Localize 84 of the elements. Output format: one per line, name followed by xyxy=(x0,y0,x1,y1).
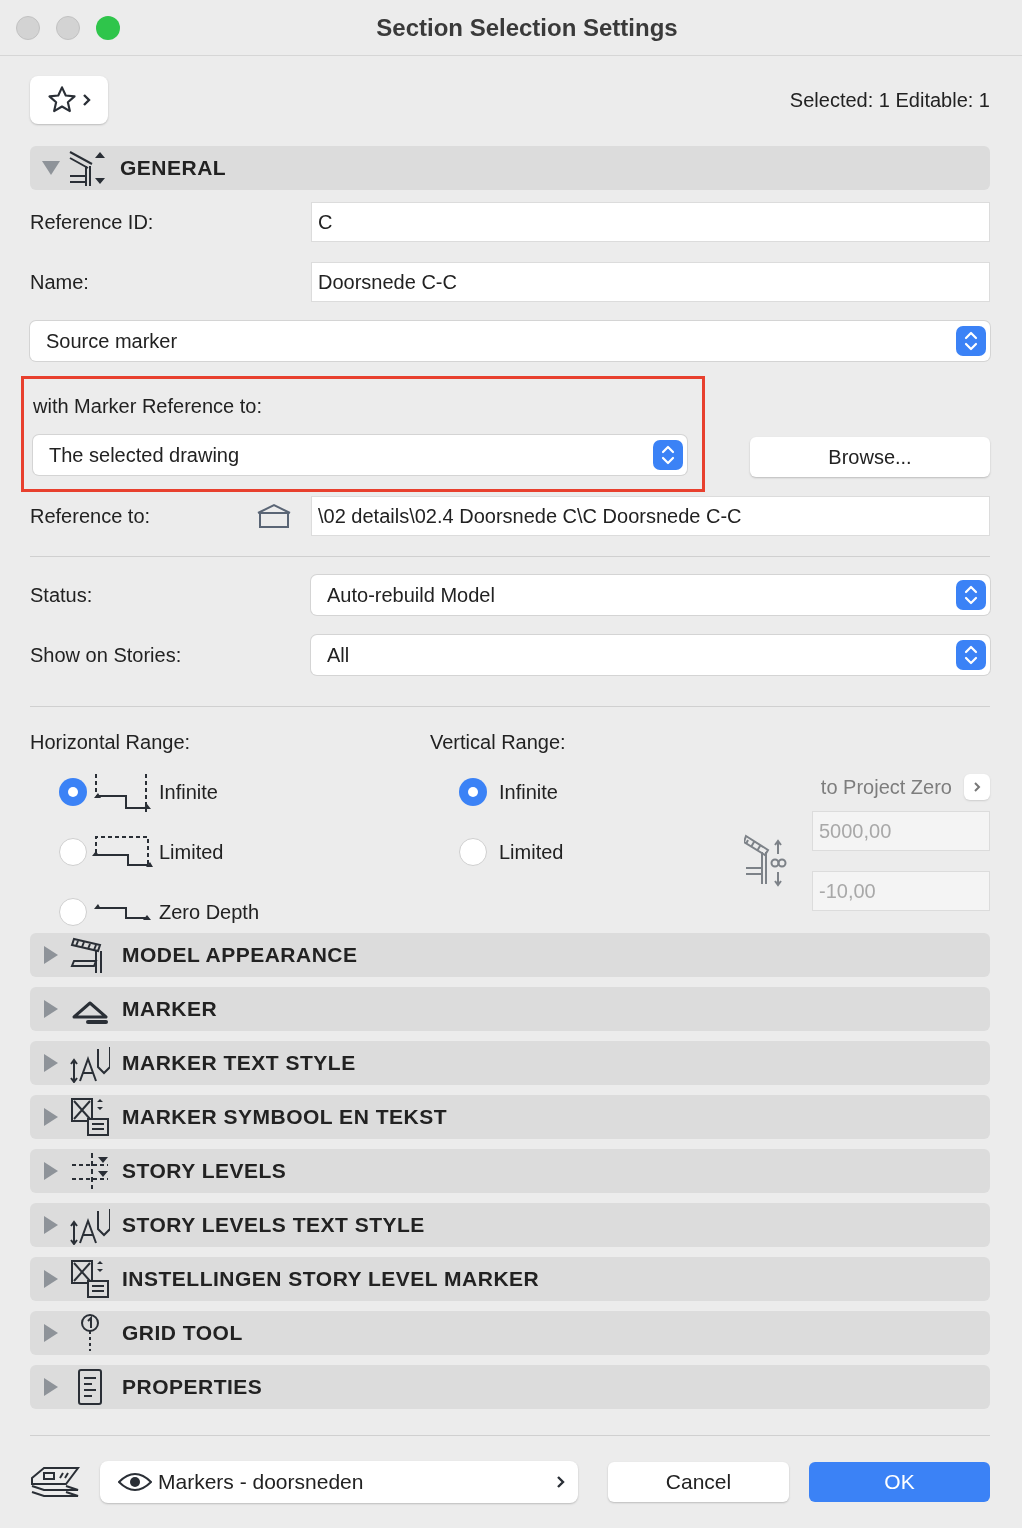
section-title: STORY LEVELS xyxy=(122,1158,287,1185)
expand-triangle-icon xyxy=(44,1270,58,1288)
expand-triangle-icon xyxy=(44,946,58,964)
limited-range-icon xyxy=(92,835,154,869)
radio-button[interactable] xyxy=(459,778,487,806)
field-label: Horizontal Range: xyxy=(30,730,192,755)
radio-button[interactable] xyxy=(59,898,87,926)
cancel-button[interactable]: Cancel xyxy=(608,1462,789,1502)
story-levels-icon xyxy=(70,1151,110,1191)
section-header[interactable]: MARKER TEXT STYLE xyxy=(30,1041,990,1085)
section-header[interactable]: GRID TOOL xyxy=(30,1311,990,1355)
section-title: MARKER xyxy=(122,996,218,1023)
expand-triangle-icon xyxy=(44,1378,58,1396)
field-label: Name: xyxy=(30,270,90,295)
minimize-button[interactable] xyxy=(56,15,80,40)
section-title: MARKER SYMBOOL EN TEKST xyxy=(122,1104,447,1131)
stepper-icon xyxy=(653,440,683,470)
radio-label[interactable]: Infinite xyxy=(499,777,558,807)
dropdown[interactable]: The selected drawing xyxy=(33,435,687,475)
radio-label[interactable]: Limited xyxy=(159,837,224,867)
favorites-button[interactable] xyxy=(30,76,108,124)
chevron-button[interactable] xyxy=(964,774,990,800)
field-label: Reference to: xyxy=(30,504,152,529)
expand-triangle-icon xyxy=(44,1054,58,1072)
zoom-button[interactable] xyxy=(96,15,120,40)
section-tools-icon xyxy=(68,148,108,188)
field-label: Vertical Range: xyxy=(430,730,567,755)
section-title: GENERAL xyxy=(120,155,227,182)
field-label: with Marker Reference to: xyxy=(33,394,263,419)
infinite-range-icon xyxy=(94,772,152,812)
expand-triangle-icon xyxy=(44,1216,58,1234)
section-header[interactable]: PROPERTIES xyxy=(30,1365,990,1409)
project-zero-label: to Project Zero xyxy=(820,775,952,800)
dropdown[interactable]: All xyxy=(311,635,990,675)
section-title: MODEL APPEARANCE xyxy=(122,942,358,969)
section-title: INSTELLINGEN STORY LEVEL MARKER xyxy=(122,1266,540,1293)
section-title: PROPERTIES xyxy=(122,1374,263,1401)
dropdown[interactable]: Source marker xyxy=(30,321,990,361)
section-title: STORY LEVELS TEXT STYLE xyxy=(122,1212,425,1239)
section-header[interactable]: MARKER xyxy=(30,987,990,1031)
chevron-right-icon xyxy=(973,781,981,793)
zero-depth-range-icon xyxy=(94,902,152,922)
text-field[interactable]: C xyxy=(311,202,990,242)
section-header[interactable]: MARKER SYMBOOL EN TEKST xyxy=(30,1095,990,1139)
expand-triangle-icon xyxy=(44,1162,58,1180)
window-title: Section Selection Settings xyxy=(376,12,678,43)
section-header[interactable]: STORY LEVELS xyxy=(30,1149,990,1193)
expand-triangle-icon xyxy=(44,1000,58,1018)
eye-icon xyxy=(118,1472,152,1492)
chevron-right-icon xyxy=(82,93,92,107)
text-field[interactable]: Doorsnede C-C xyxy=(311,262,990,302)
expand-triangle-icon xyxy=(44,1324,58,1342)
symbol-settings-icon xyxy=(70,1097,110,1137)
field-label: Status: xyxy=(30,583,94,608)
radio-label[interactable]: Zero Depth xyxy=(159,897,260,927)
text-field[interactable]: \02 details\02.4 Doorsnede C\C Doorsnede C-C xyxy=(311,496,990,536)
field-label: Show on Stories: xyxy=(30,643,183,668)
collapse-triangle-icon xyxy=(42,161,60,175)
stepper-icon xyxy=(956,326,986,356)
radio-label[interactable]: Limited xyxy=(499,837,564,867)
ok-button[interactable]: OK xyxy=(809,1462,990,1502)
radio-button[interactable] xyxy=(459,838,487,866)
section-title: MARKER TEXT STYLE xyxy=(122,1050,356,1077)
stepper-icon xyxy=(956,640,986,670)
section-header[interactable]: STORY LEVELS TEXT STYLE xyxy=(30,1203,990,1247)
browse-button[interactable]: Browse... xyxy=(750,437,990,477)
section-header[interactable]: GENERAL xyxy=(30,146,990,190)
expand-triangle-icon xyxy=(44,1108,58,1126)
field-label: Reference ID: xyxy=(30,210,155,235)
section-title: GRID TOOL xyxy=(122,1320,243,1347)
favorite-selector[interactable]: Markers - doorsneden xyxy=(100,1461,578,1503)
close-button[interactable] xyxy=(16,15,40,40)
radio-label[interactable]: Infinite xyxy=(159,777,218,807)
symbol-settings-icon xyxy=(70,1259,110,1299)
section-header[interactable]: MODEL APPEARANCE xyxy=(30,933,990,977)
selection-info: Selected: 1 Editable: 1 xyxy=(789,88,990,113)
layers-icon xyxy=(30,1466,82,1498)
dropdown[interactable]: Auto-rebuild Model xyxy=(311,575,990,615)
radio-button[interactable] xyxy=(59,838,87,866)
stepper-icon xyxy=(956,580,986,610)
house-icon xyxy=(256,503,292,529)
section-header[interactable]: INSTELLINGEN STORY LEVEL MARKER xyxy=(30,1257,990,1301)
chevron-right-icon xyxy=(556,1475,566,1489)
radio-button[interactable] xyxy=(59,778,87,806)
